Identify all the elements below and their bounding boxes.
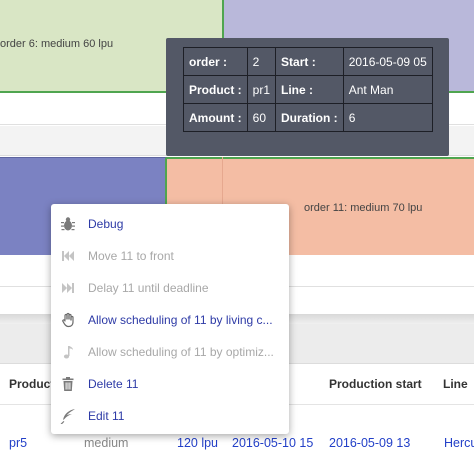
skip-back-icon <box>60 248 76 264</box>
menu-item-allow-living[interactable]: Allow scheduling of 11 by living c... <box>51 304 289 336</box>
skip-forward-icon <box>60 280 76 296</box>
menu-item-debug[interactable]: Debug <box>51 208 289 240</box>
cell-deadline: 2016-05-10 15 <box>232 436 314 450</box>
tooltip-value-amount: 60 <box>246 103 277 132</box>
menu-item-label: Edit 11 <box>88 409 125 423</box>
tooltip-label-order: order : <box>183 47 248 76</box>
tooltip-value-line: Ant Man <box>342 75 433 104</box>
tooltip-label-line: Line : <box>275 75 344 104</box>
menu-item-label: Debug <box>88 217 124 231</box>
music-note-icon <box>60 344 76 360</box>
hand-icon <box>60 312 76 328</box>
bug-icon <box>60 216 76 232</box>
tooltip-label-product: Product : <box>183 75 248 104</box>
menu-item-allow-optimizer[interactable]: Allow scheduling of 11 by optimiz... <box>51 336 289 368</box>
cell-product[interactable]: pr5 <box>9 436 27 450</box>
tooltip-label-amount: Amount : <box>183 103 248 132</box>
menu-item-label: Move 11 to front <box>88 249 174 263</box>
trash-icon <box>60 376 76 392</box>
menu-item-delete[interactable]: Delete 11 <box>51 368 289 400</box>
cell-production-start: 2016-05-09 13 <box>329 436 411 450</box>
context-menu: Debug Move 11 to front Delay 11 until de… <box>51 204 289 434</box>
tooltip-table: order : 2 Start : 2016-05-09 05 Product … <box>183 47 433 132</box>
column-header-line[interactable]: Line <box>443 377 468 391</box>
tooltip-value-start: 2016-05-09 05 <box>342 47 433 76</box>
column-header-product[interactable]: Product <box>9 377 54 391</box>
order-6-label: order 6: medium 60 lpu <box>0 38 114 50</box>
tooltip-value-product: pr1 <box>246 75 277 104</box>
menu-item-label: Allow scheduling of 11 by optimiz... <box>88 345 274 359</box>
menu-item-edit[interactable]: Edit 11 <box>51 400 289 432</box>
cell-priority: medium <box>84 436 129 450</box>
cell-rate: 120 lpu <box>177 436 219 450</box>
menu-item-delay-until-deadline[interactable]: Delay 11 until deadline <box>51 272 289 304</box>
tooltip-value-duration: 6 <box>342 103 433 132</box>
menu-item-move-to-front[interactable]: Move 11 to front <box>51 240 289 272</box>
tooltip-value-order: 2 <box>246 47 277 76</box>
cell-line[interactable]: Hercu <box>444 436 474 450</box>
order-tooltip: order : 2 Start : 2016-05-09 05 Product … <box>166 38 449 156</box>
tooltip-label-start: Start : <box>275 47 344 76</box>
column-header-production-start[interactable]: Production start <box>329 377 422 391</box>
order-11-label: order 11: medium 70 lpu <box>304 202 423 214</box>
menu-item-label: Delete 11 <box>88 377 139 391</box>
menu-item-label: Allow scheduling of 11 by living c... <box>88 313 273 327</box>
feather-icon <box>60 408 76 425</box>
tooltip-label-duration: Duration : <box>275 103 344 132</box>
menu-item-label: Delay 11 until deadline <box>88 281 209 295</box>
